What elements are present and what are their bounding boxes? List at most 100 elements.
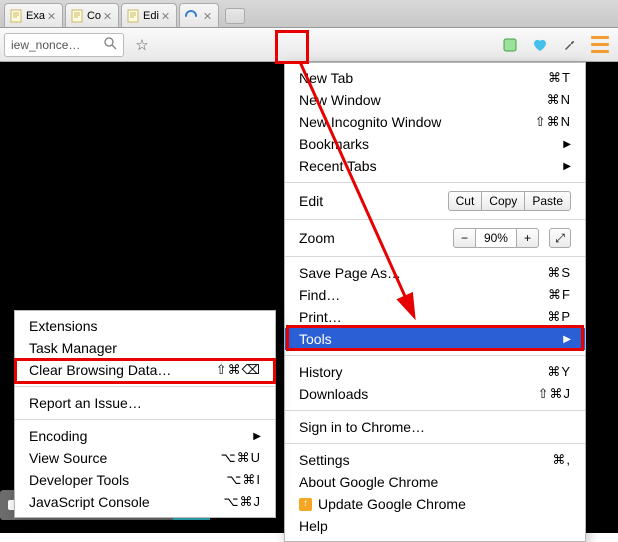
chevron-right-icon: ▶: [563, 139, 571, 150]
paste-button[interactable]: Paste: [525, 191, 571, 211]
menu-label: Downloads: [299, 386, 526, 402]
tab-label: Exa: [26, 10, 45, 22]
heart-icon[interactable]: [528, 33, 552, 57]
chevron-right-icon: ▶: [563, 161, 571, 172]
menu-shortcut: ⌘T: [548, 70, 571, 86]
submenu-encoding[interactable]: Encoding ▶: [15, 425, 275, 447]
fullscreen-button[interactable]: ⤢: [549, 228, 571, 248]
menu-new-incognito[interactable]: New Incognito Window ⇧⌘N: [285, 111, 585, 133]
tab-3[interactable]: Edi: [121, 3, 177, 27]
menu-label: Developer Tools: [29, 472, 214, 488]
zoom-in-button[interactable]: +: [516, 228, 539, 248]
menu-label: Sign in to Chrome…: [299, 419, 571, 435]
menu-label: Recent Tabs: [299, 158, 563, 174]
close-icon[interactable]: [162, 12, 170, 20]
extension-puzzle-icon[interactable]: [498, 33, 522, 57]
tab-label: Co: [87, 10, 101, 22]
wrench-icon[interactable]: [558, 33, 582, 57]
chrome-menu-button[interactable]: [586, 31, 614, 59]
menu-label: Save Page As…: [299, 265, 535, 281]
menu-label: View Source: [29, 450, 209, 466]
tab-4-loading[interactable]: [179, 3, 219, 27]
menu-find[interactable]: Find… ⌘F: [285, 284, 585, 306]
menu-downloads[interactable]: Downloads ⇧⌘J: [285, 383, 585, 405]
menu-print[interactable]: Print… ⌘P: [285, 306, 585, 328]
submenu-report-issue[interactable]: Report an Issue…: [15, 392, 275, 414]
menu-signin[interactable]: Sign in to Chrome…: [285, 416, 585, 438]
menu-label: Bookmarks: [299, 136, 563, 152]
tab-label: Edi: [143, 10, 159, 22]
search-icon: [104, 37, 117, 53]
submenu-view-source[interactable]: View Source ⌥⌘U: [15, 447, 275, 469]
menu-new-window[interactable]: New Window ⌘N: [285, 89, 585, 111]
chrome-main-menu: New Tab ⌘T New Window ⌘N New Incognito W…: [284, 62, 586, 542]
menu-label: Encoding: [29, 428, 253, 444]
menu-separator: [285, 410, 585, 411]
toolbar: iew_nonce… ☆: [0, 28, 618, 62]
menu-shortcut: ⌘F: [548, 287, 571, 303]
menu-new-tab[interactable]: New Tab ⌘T: [285, 67, 585, 89]
doc-icon: [126, 9, 140, 23]
menu-label: Zoom: [299, 230, 453, 246]
menu-label: Help: [299, 518, 571, 534]
menu-label: About Google Chrome: [299, 474, 571, 490]
menu-label: Extensions: [29, 318, 261, 334]
new-tab-button[interactable]: [225, 8, 245, 24]
omnibox[interactable]: iew_nonce…: [4, 33, 124, 57]
menu-label: Tools: [299, 331, 563, 347]
submenu-extensions[interactable]: Extensions: [15, 315, 275, 337]
chevron-right-icon: ▶: [253, 431, 261, 442]
zoom-percent: 90%: [476, 228, 516, 248]
menu-tools[interactable]: Tools ▶: [285, 328, 585, 350]
menu-separator: [285, 219, 585, 220]
copy-button[interactable]: Copy: [482, 191, 525, 211]
omnibox-text: iew_nonce…: [11, 38, 100, 52]
tab-2[interactable]: Co: [65, 3, 119, 27]
menu-label: Update Google Chrome: [318, 496, 571, 512]
chevron-right-icon: ▶: [563, 334, 571, 345]
menu-label: Task Manager: [29, 340, 261, 356]
menu-edit-row: Edit Cut Copy Paste: [285, 188, 585, 214]
menu-settings[interactable]: Settings ⌘,: [285, 449, 585, 471]
update-icon: ↑: [299, 498, 312, 511]
menu-save-page[interactable]: Save Page As… ⌘S: [285, 262, 585, 284]
menu-about[interactable]: About Google Chrome: [285, 471, 585, 493]
submenu-javascript-console[interactable]: JavaScript Console ⌥⌘J: [15, 491, 275, 513]
menu-label: New Tab: [299, 70, 536, 86]
submenu-clear-browsing-data[interactable]: Clear Browsing Data… ⇧⌘⌫: [15, 359, 275, 381]
submenu-task-manager[interactable]: Task Manager: [15, 337, 275, 359]
menu-label: New Window: [299, 92, 535, 108]
menu-label: Find…: [299, 287, 536, 303]
tab-1[interactable]: Exa: [4, 3, 63, 27]
menu-recent-tabs[interactable]: Recent Tabs ▶: [285, 155, 585, 177]
loading-spinner-icon: [184, 9, 198, 23]
close-icon[interactable]: [48, 12, 56, 20]
zoom-out-button[interactable]: −: [453, 228, 476, 248]
cut-button[interactable]: Cut: [448, 191, 483, 211]
close-icon[interactable]: [104, 12, 112, 20]
menu-label: Settings: [299, 452, 540, 468]
menu-separator: [15, 419, 275, 420]
menu-shortcut: ⌘Y: [547, 364, 571, 380]
doc-icon: [70, 9, 84, 23]
menu-label: JavaScript Console: [29, 494, 212, 510]
submenu-developer-tools[interactable]: Developer Tools ⌥⌘I: [15, 469, 275, 491]
close-icon[interactable]: [204, 12, 212, 20]
menu-shortcut: ⌥⌘I: [226, 472, 261, 488]
menu-help[interactable]: Help: [285, 515, 585, 537]
menu-separator: [285, 182, 585, 183]
menu-shortcut: ⌥⌘U: [221, 450, 261, 466]
menu-update[interactable]: ↑ Update Google Chrome: [285, 493, 585, 515]
menu-history[interactable]: History ⌘Y: [285, 361, 585, 383]
menu-bookmarks[interactable]: Bookmarks ▶: [285, 133, 585, 155]
tab-strip: Exa Co Edi: [0, 0, 618, 28]
menu-label: History: [299, 364, 535, 380]
menu-shortcut: ⇧⌘⌫: [216, 362, 261, 378]
menu-shortcut: ⌥⌘J: [224, 494, 261, 510]
menu-label: Edit: [299, 193, 448, 209]
menu-shortcut: ⇧⌘J: [538, 386, 571, 402]
star-icon[interactable]: ☆: [130, 33, 154, 57]
menu-shortcut: ⌘N: [547, 92, 571, 108]
menu-shortcut: ⌘,: [552, 452, 571, 468]
menu-label: Report an Issue…: [29, 395, 261, 411]
